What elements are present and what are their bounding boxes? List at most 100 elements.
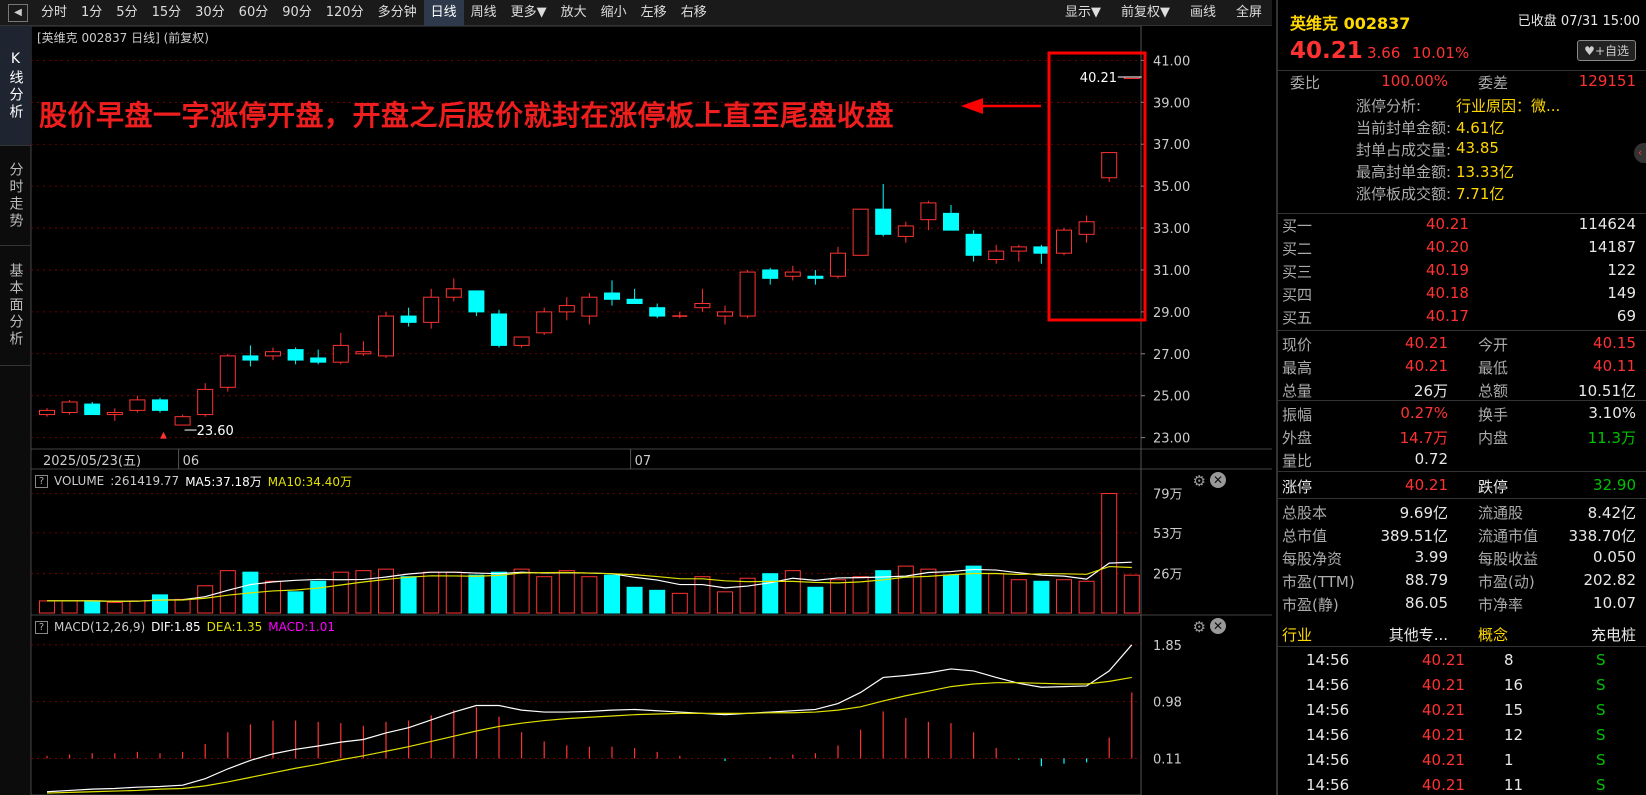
volume-bar bbox=[1101, 493, 1118, 614]
limit-info-value: 7.71亿 bbox=[1456, 185, 1505, 203]
quote-row: 最高 40.21 最低 40.11 bbox=[1278, 355, 1646, 378]
candle-body bbox=[174, 416, 191, 426]
limit-info-row: 涨停分析: 行业原因：微... bbox=[1278, 93, 1646, 116]
help-icon[interactable]: ? bbox=[35, 620, 48, 634]
chart-canvas[interactable]: 41.00 39.00 37.00 35.00 33.00 31.00 29.00 27.00… bbox=[31, 26, 1272, 795]
amp-row-value2: 11.3万 bbox=[1587, 429, 1636, 447]
concept-value[interactable]: 充电桩 bbox=[1591, 624, 1636, 645]
fund-row-value2: 202.82 bbox=[1583, 571, 1637, 589]
stock-name: 英维克 002837 bbox=[1290, 14, 1411, 33]
candle-body bbox=[965, 233, 982, 256]
volume-bar bbox=[1078, 580, 1095, 614]
gear-icon[interactable]: ⚙ bbox=[1193, 472, 1206, 490]
fund-row-label2: 流通市值 bbox=[1478, 527, 1539, 545]
tick-volume: 1 bbox=[1504, 751, 1514, 769]
period-tab-12[interactable]: 放大 bbox=[554, 0, 594, 26]
volume-ma10: MA10:34.40万 bbox=[267, 474, 353, 489]
candle-body bbox=[423, 296, 440, 323]
period-tab-10[interactable]: 周线 bbox=[464, 0, 504, 26]
help-icon[interactable]: ? bbox=[35, 474, 48, 488]
close-icon[interactable]: ✕ bbox=[1210, 618, 1226, 634]
tick-row: 14:56 40.21 16 S bbox=[1278, 674, 1646, 697]
volume-header: ? VOLUME :261419.77 MA5:37.18万 MA10:34.4… bbox=[31, 471, 1226, 491]
fund-row-value2: 10.07 bbox=[1593, 594, 1636, 612]
volume-bar bbox=[355, 570, 372, 614]
limit-info-label: 当前封单金额: bbox=[1356, 119, 1452, 137]
limit-info-row: 涨停板成交额: 7.71亿 bbox=[1278, 181, 1646, 204]
quote-row-value2: 10.51亿 bbox=[1578, 382, 1636, 400]
period-tab-15[interactable]: 右移 bbox=[674, 0, 714, 26]
tick-side: S bbox=[1596, 776, 1606, 794]
period-tab-6[interactable]: 90分 bbox=[275, 0, 319, 26]
tick-row: 14:56 40.21 8 S bbox=[1278, 649, 1646, 672]
candle-body bbox=[129, 399, 146, 411]
toolbar-right-1[interactable]: 前复权▼ bbox=[1111, 0, 1180, 26]
webi-row: 委比 100.00% 委差 129151 bbox=[1278, 70, 1646, 93]
stock-header: 英维克 002837 已收盘 07/31 15:00 bbox=[1278, 8, 1646, 33]
weicha-value: 129151 bbox=[1578, 72, 1636, 90]
period-tab-14[interactable]: 左移 bbox=[634, 0, 674, 26]
candle-body bbox=[604, 292, 620, 300]
period-tab-0[interactable]: 分时 bbox=[34, 0, 74, 26]
period-tabs: 分时 1分 5分 15分 30分 60分 90分 120分 多分钟 日线 周线 更多▼ 放大 缩小 左移 右移 bbox=[34, 0, 714, 26]
fund-row: 总市值 389.51亿 流通市值 338.70亿 bbox=[1278, 523, 1646, 546]
chart-area[interactable]: 41.00 39.00 37.00 35.00 33.00 31.00 29.00 27.00… bbox=[31, 26, 1272, 795]
period-tab-7[interactable]: 120分 bbox=[319, 0, 371, 26]
period-tab-2[interactable]: 5分 bbox=[109, 0, 144, 26]
tab-kline-analysis[interactable]: K线分析 bbox=[0, 26, 31, 146]
weicha-label: 委差 bbox=[1478, 74, 1509, 92]
gear-icon[interactable]: ⚙ bbox=[1193, 618, 1206, 636]
y-tick-label: 23.00 bbox=[1153, 432, 1190, 447]
close-icon[interactable]: ✕ bbox=[1210, 472, 1226, 488]
tick-price: 40.21 bbox=[1422, 701, 1465, 719]
candle-body bbox=[378, 315, 394, 357]
industry-value[interactable]: 其他专... bbox=[1389, 624, 1448, 645]
tab-fundamentals[interactable]: 基本面分析 bbox=[0, 246, 31, 366]
webi-label: 委比 bbox=[1290, 74, 1321, 92]
bid-row: 买三 40.19 122 bbox=[1278, 259, 1646, 282]
limit-prices: 涨停 40.21 跌停 32.90 bbox=[1278, 474, 1646, 497]
fund-row-label2: 市盈(动) bbox=[1478, 573, 1535, 591]
candle-body bbox=[39, 409, 55, 416]
y-tick-label: 0.98 bbox=[1153, 696, 1182, 711]
quote-row-label1: 现价 bbox=[1282, 336, 1313, 354]
tab-intraday[interactable]: 分时走势 bbox=[0, 146, 31, 246]
y-tick-label: 26万 bbox=[1153, 568, 1183, 583]
industry-row[interactable]: 行业 其他专... 概念 充电桩 bbox=[1278, 622, 1646, 645]
back-icon[interactable]: ◀ bbox=[8, 3, 28, 22]
period-tab-3[interactable]: 15分 bbox=[145, 0, 189, 26]
volume-value: :261419.77 bbox=[110, 474, 180, 488]
period-tab-8[interactable]: 多分钟 bbox=[371, 0, 424, 26]
fund-row: 每股净资 3.99 每股收益 0.050 bbox=[1278, 546, 1646, 569]
limit-info-value: 43.85 bbox=[1456, 139, 1499, 157]
period-tab-13[interactable]: 缩小 bbox=[594, 0, 634, 26]
period-tab-5[interactable]: 60分 bbox=[232, 0, 276, 26]
period-tab-9[interactable]: 日线 bbox=[423, 0, 464, 26]
quote-row: 总量 26万 总额 10.51亿 bbox=[1278, 378, 1646, 401]
limit-up-value: 40.21 bbox=[1405, 476, 1448, 494]
limit-info-label: 涨停分析: bbox=[1356, 97, 1422, 115]
period-tab-1[interactable]: 1分 bbox=[74, 0, 109, 26]
toolbar-right-3[interactable]: 全屏 bbox=[1226, 0, 1272, 26]
volume-bar bbox=[943, 574, 959, 614]
tick-side: S bbox=[1596, 701, 1606, 719]
candle-body bbox=[897, 225, 914, 237]
y-tick-label: 0.11 bbox=[1153, 752, 1182, 767]
limit-info-row: 最高封单金额: 13.33亿 bbox=[1278, 159, 1646, 182]
candle-body bbox=[739, 271, 756, 317]
volume-bar bbox=[1033, 580, 1050, 614]
period-tab-11[interactable]: 更多▼ bbox=[504, 0, 554, 26]
candle-body bbox=[219, 355, 236, 388]
candle-body bbox=[1010, 246, 1027, 252]
candle-body bbox=[830, 252, 846, 277]
toolbar-right-0[interactable]: 显示▼ bbox=[1055, 0, 1111, 26]
amp-row-value1: 0.72 bbox=[1414, 450, 1448, 468]
fund-row: 总股本 9.69亿 流通股 8.42亿 bbox=[1278, 500, 1646, 523]
stock-app: ◀ 分时 1分 5分 15分 30分 60分 90分 120分 多分钟 日线 周线 更多▼ 放大 缩小 左移… bbox=[0, 0, 1646, 795]
candle-body bbox=[852, 208, 869, 256]
add-favorite-button[interactable]: ♥+自选 bbox=[1577, 40, 1636, 61]
volume-bar bbox=[1010, 579, 1027, 614]
fund-row-value2: 8.42亿 bbox=[1587, 504, 1636, 522]
period-tab-4[interactable]: 30分 bbox=[188, 0, 232, 26]
toolbar-right-2[interactable]: 画线 bbox=[1180, 0, 1226, 26]
